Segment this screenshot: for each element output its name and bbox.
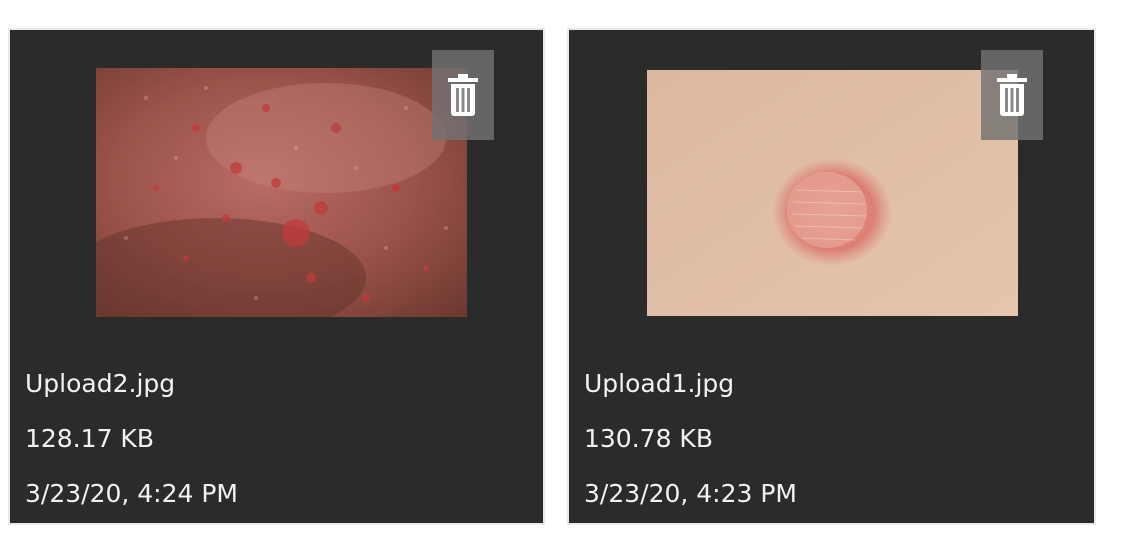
trash-icon	[997, 74, 1027, 116]
upload-card[interactable]: Upload2.jpg 128.17 KB 3/23/20, 4:24 PM	[8, 28, 545, 525]
upload-card[interactable]: Upload1.jpg 130.78 KB 3/23/20, 4:23 PM	[567, 28, 1096, 525]
upload-thumbnail[interactable]	[96, 68, 467, 317]
delete-button[interactable]	[432, 50, 494, 140]
file-name: Upload2.jpg	[25, 369, 176, 398]
upload-gallery: Upload2.jpg 128.17 KB 3/23/20, 4:24 PM U…	[0, 0, 1134, 533]
file-size: 128.17 KB	[25, 424, 154, 453]
upload-date: 3/23/20, 4:23 PM	[584, 479, 798, 508]
trash-icon	[448, 74, 478, 116]
upload-date: 3/23/20, 4:24 PM	[25, 479, 239, 508]
delete-button[interactable]	[981, 50, 1043, 140]
file-size: 130.78 KB	[584, 424, 713, 453]
file-name: Upload1.jpg	[584, 369, 735, 398]
upload-thumbnail[interactable]	[647, 70, 1018, 316]
